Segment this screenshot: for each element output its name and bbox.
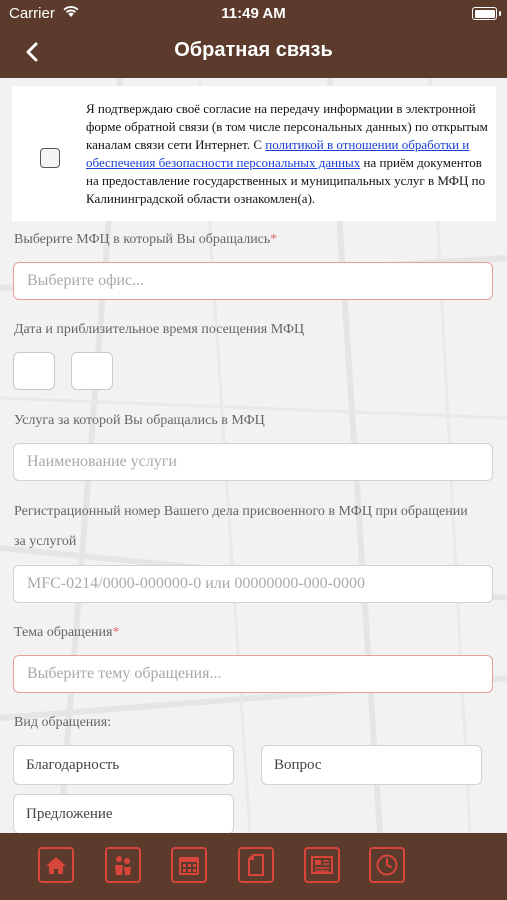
battery-icon [472,7,501,20]
tab-document[interactable] [238,847,274,883]
page-title: Обратная связь [174,39,333,61]
kind-option-question[interactable]: Вопрос [261,745,482,785]
consent-checkbox[interactable] [40,148,60,168]
consent-block: Я подтверждаю своё согласие на передачу … [12,86,496,221]
tab-news[interactable] [304,847,340,883]
office-select[interactable] [13,262,493,300]
calendar-icon [178,854,200,876]
office-label: Выберите МФЦ в который Вы обращались* [14,232,277,248]
required-mark: * [270,232,278,247]
feedback-form[interactable]: Я подтверждаю своё согласие на передачу … [0,78,507,833]
status-bar: Carrier 11:49 AM [0,0,507,28]
date-label: Дата и приблизительное время посещения М… [14,322,305,337]
kind-option-gratitude[interactable]: Благодарность [13,745,234,785]
time-picker[interactable] [71,352,113,390]
regnum-label-line2: за услугой [14,534,77,549]
regnum-input[interactable] [13,565,493,603]
tab-people[interactable] [105,847,141,883]
tab-home[interactable] [38,847,74,883]
tab-history[interactable] [369,847,405,883]
office-label-text: Выберите МФЦ в который Вы обращались [14,232,271,247]
topic-label-text: Тема обращения [14,625,113,640]
kind-label: Вид обращения: [14,715,112,730]
home-icon [45,855,67,875]
people-icon [112,854,134,876]
navigation-bar: Обратная связь [0,28,507,78]
required-mark: * [112,625,120,640]
clock-icon [375,853,399,877]
topic-label: Тема обращения* [14,625,119,641]
service-label: Услуга за которой Вы обращались в МФЦ [14,413,265,428]
regnum-label-line1: Регистрационный номер Вашего дела присво… [14,504,468,519]
tab-bar [0,833,507,900]
tab-calendar[interactable] [171,847,207,883]
newspaper-icon [310,855,334,875]
date-picker[interactable] [13,352,55,390]
kind-option-suggestion[interactable]: Предложение [13,794,234,833]
service-input[interactable] [13,443,493,481]
document-icon [246,853,266,877]
consent-text: Я подтверждаю своё согласие на передачу … [86,100,492,208]
clock-time: 11:49 AM [221,5,286,22]
topic-select[interactable] [13,655,493,693]
